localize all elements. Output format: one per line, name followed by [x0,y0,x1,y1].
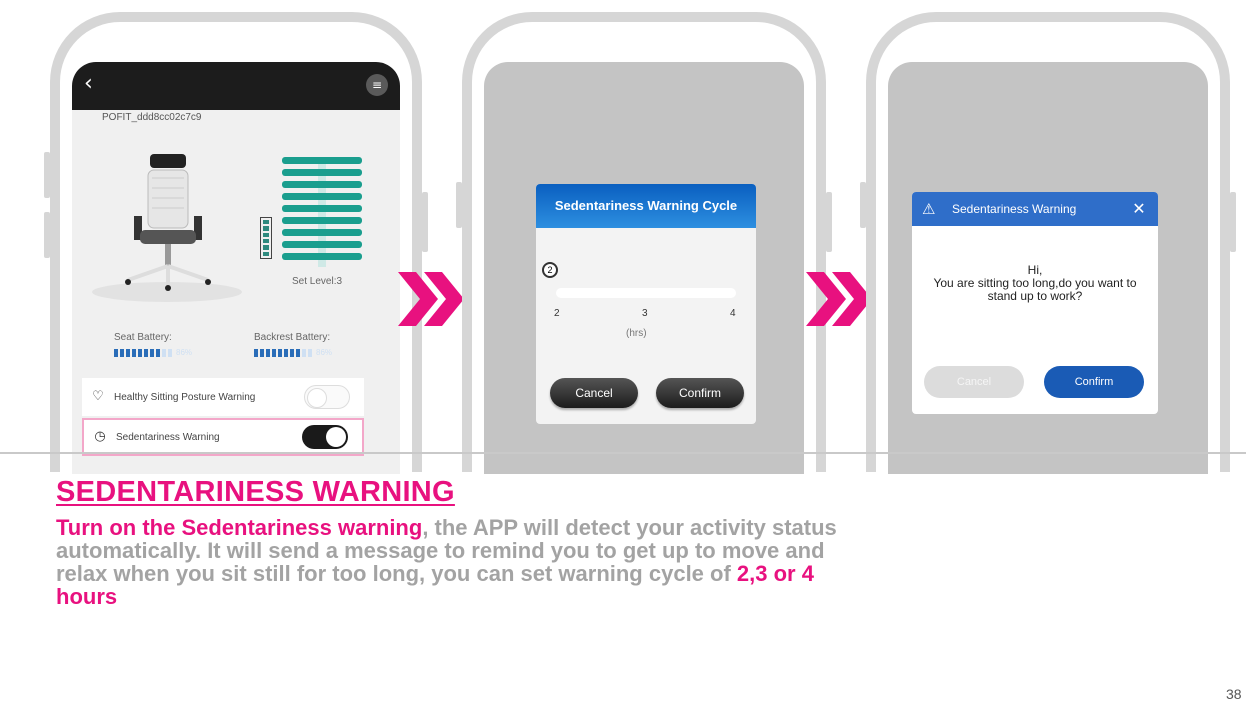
double-chevron-icon [806,272,872,326]
double-chevron-icon [398,272,464,326]
backrest-level-graphic [282,157,362,267]
phone-side-button [422,192,428,252]
menu-icon[interactable]: ≡ [366,74,388,96]
section-divider [0,452,1246,454]
phone-side-button [44,152,50,198]
device-name: POFIT_ddd8cc02c7c9 [102,112,202,123]
confirm-button[interactable]: Confirm [1044,366,1144,398]
sedentariness-row: ◷ Sedentariness Warning [82,418,364,456]
device-screen: ‹ ≡ POFIT_ddd8cc02c7c9 Set Level:3 Seat … [72,62,400,474]
message-body: You are sitting too long,do you want to … [933,276,1137,303]
set-level-label: Set Level:3 [292,276,343,287]
chair-image [125,154,211,291]
seat-battery-bar: 86% [114,349,192,357]
healthy-posture-toggle[interactable] [304,385,350,409]
level-gauge [260,217,272,259]
cycle-slider-track[interactable] [556,288,736,298]
phone-side-button [860,182,866,228]
cancel-button[interactable]: Cancel [550,378,638,408]
sedentariness-warning-dialog: ⚠ Sedentariness Warning ✕ Hi, You are si… [912,192,1158,414]
phone-side-button [1230,192,1236,252]
clock-icon: ◷ [94,429,106,444]
warning-icon: ⚠ [922,200,936,218]
backrest-battery-pct: 86% [316,348,333,357]
seat-battery-label: Seat Battery: [114,332,172,343]
sedentariness-toggle[interactable] [302,425,348,449]
phone-side-button [456,182,462,228]
warning-message: Hi, You are sitting too long,do you want… [928,264,1142,303]
description-lead: Turn on the Sedentariness warning [56,515,423,540]
dialog-header: ⚠ Sedentariness Warning ✕ [912,192,1158,226]
back-arrow-icon[interactable]: ‹ [84,73,104,95]
top-bar [72,62,400,110]
sedentariness-label: Sedentariness Warning [116,431,220,443]
unit-label: (hrs) [626,328,647,339]
dimmed-screen: Sedentariness Warning Cycle 2 2 3 4 (hrs… [484,62,804,474]
warning-cycle-dialog: Sedentariness Warning Cycle 2 2 3 4 (hrs… [536,184,756,424]
backrest-battery-bar: 86% [254,349,332,357]
section-heading: SEDENTARINESS WARNING [56,476,455,508]
tick-label: 2 [554,308,560,319]
phone-frame-2: Sedentariness Warning Cycle 2 2 3 4 (hrs… [456,12,832,474]
tick-label: 3 [642,308,648,319]
close-icon[interactable]: ✕ [1130,200,1148,218]
phone-side-button [826,192,832,252]
confirm-button[interactable]: Confirm [656,378,744,408]
healthy-posture-row: ♡ Healthy Sitting Posture Warning [82,378,364,416]
dialog-title: Sedentariness Warning Cycle [536,184,756,228]
cancel-button[interactable]: Cancel [924,366,1024,398]
phone-side-button [44,212,50,258]
dimmed-screen: ⚠ Sedentariness Warning ✕ Hi, You are si… [888,62,1208,474]
backrest-battery-label: Backrest Battery: [254,332,331,343]
seat-battery-pct: 86% [176,348,193,357]
slider-handle[interactable]: 2 [542,262,558,278]
healthy-posture-label: Healthy Sitting Posture Warning [114,391,256,403]
dialog-title: Sedentariness Warning [952,202,1077,216]
page-number: 38 [1226,686,1242,702]
phone-frame-1: ‹ ≡ POFIT_ddd8cc02c7c9 Set Level:3 Seat … [44,12,428,474]
heart-icon: ♡ [92,389,104,404]
description-text: Turn on the Sedentariness warning, the A… [56,516,846,608]
tick-label: 4 [730,308,736,319]
phone-frame-3: ⚠ Sedentariness Warning ✕ Hi, You are si… [860,12,1236,474]
